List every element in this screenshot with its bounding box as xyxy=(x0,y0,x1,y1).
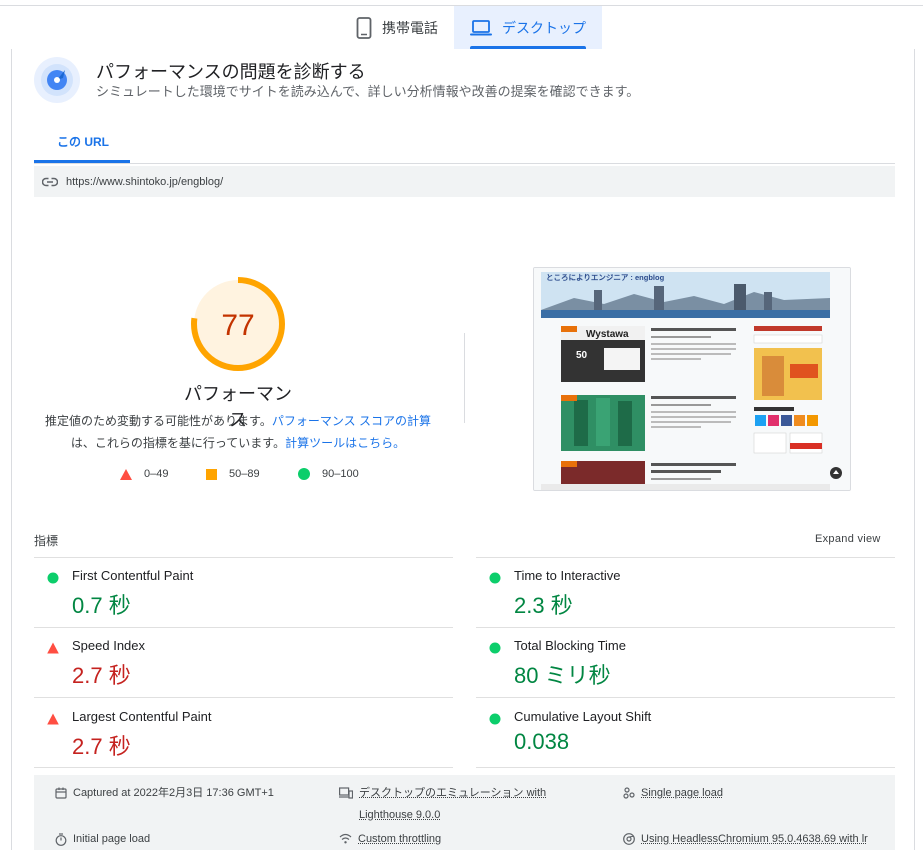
emulation-text: デスクトップのエミュレーション with Lighthouse 9.0.0 xyxy=(359,782,546,826)
metric-name: Speed Index xyxy=(72,638,146,653)
metric-value: 2.7 秒 xyxy=(72,663,131,688)
fail-triangle-icon xyxy=(47,641,59,659)
metric-name: Time to Interactive xyxy=(514,568,621,583)
pass-circle-icon xyxy=(489,712,501,730)
square-icon xyxy=(206,468,217,480)
metric-name: Largest Contentful Paint xyxy=(72,709,212,724)
final-screenshot: ところによりエンジニア : engblog Wystawa 50 xyxy=(533,267,851,491)
captured-at: Captured at 2022年2月3日 17:36 GMT+1 xyxy=(55,782,274,804)
browser-info-text: Using HeadlessChromium 95.0.4638.69 with… xyxy=(641,833,868,845)
devices-icon xyxy=(339,787,353,799)
legend-pass: 90–100 xyxy=(298,468,359,480)
metric-rule xyxy=(476,767,895,768)
custom-throttling[interactable]: Custom throttling xyxy=(339,828,441,850)
metrics-title: 指標 xyxy=(34,534,59,548)
panel-border-left xyxy=(11,49,12,850)
laptop-icon xyxy=(470,19,492,35)
emulation-line-2: Lighthouse 9.0.0 xyxy=(359,809,441,821)
expand-view-button[interactable]: Expand view xyxy=(815,533,881,545)
panel-border-right xyxy=(914,49,915,850)
emulation-line-1: デスクトップのエミュレーション with xyxy=(359,787,547,799)
nodes-icon xyxy=(623,787,635,799)
metric-value: 2.3 秒 xyxy=(514,593,573,618)
calendar-icon xyxy=(55,787,67,799)
metric-rule xyxy=(34,557,453,558)
metric-rule xyxy=(476,627,895,628)
metric-value: 2.7 秒 xyxy=(72,734,131,759)
tab-desktop-label: デスクトップ xyxy=(502,19,586,36)
pass-circle-icon xyxy=(489,641,501,659)
tab-mobile[interactable]: 携帯電話 xyxy=(340,6,454,49)
triangle-icon xyxy=(120,468,132,480)
single-page-load-text: Single page load xyxy=(641,787,723,799)
pass-circle-icon xyxy=(489,571,501,589)
metric-value: 80 ミリ秒 xyxy=(514,663,611,688)
gauge-score: 77 xyxy=(221,309,254,342)
legend-fail: 0–49 xyxy=(120,468,168,480)
phone-icon xyxy=(356,16,372,39)
tab-this-url[interactable]: この URL xyxy=(57,133,109,150)
initial-page-load: Initial page load xyxy=(55,828,150,850)
metric-rule xyxy=(476,557,895,558)
tab-rule xyxy=(34,163,895,164)
metric-rule xyxy=(476,697,895,698)
metric-name: First Contentful Paint xyxy=(72,568,194,583)
fail-triangle-icon xyxy=(47,712,59,730)
chrome-icon xyxy=(623,833,635,845)
custom-throttling-text: Custom throttling xyxy=(358,833,442,845)
timer-icon xyxy=(55,833,67,846)
single-page-load[interactable]: Single page load xyxy=(623,782,723,804)
legend-pass-range: 90–100 xyxy=(322,468,359,480)
metric-rule xyxy=(34,627,453,628)
legend-fail-range: 0–49 xyxy=(144,468,169,480)
tab-desktop[interactable]: デスクトップ xyxy=(454,6,602,49)
diagnose-subtitle: シミュレートした環境でサイトを読み込んで、詳しい分析情報や改善の提案を確認できま… xyxy=(96,84,640,99)
pass-circle-icon xyxy=(47,571,59,589)
calculator-link[interactable]: 計算ツールはこちら。 xyxy=(285,436,405,450)
initial-page-load-text: Initial page load xyxy=(73,833,151,845)
metric-rule xyxy=(34,697,453,698)
metric-name: Cumulative Layout Shift xyxy=(514,709,652,724)
metric-rule xyxy=(34,767,453,768)
device-tabs: 携帯電話 デスクトップ xyxy=(340,6,602,49)
emulation-info[interactable]: デスクトップのエミュレーション with Lighthouse 9.0.0 xyxy=(339,782,546,826)
tested-url: https://www.shintoko.jp/engblog/ xyxy=(66,175,224,188)
tab-mobile-label: 携帯電話 xyxy=(382,19,438,36)
score-desc-text-2: は、これらの指標を基に行っています。 xyxy=(70,436,286,450)
metric-value: 0.7 秒 xyxy=(72,593,131,618)
browser-info[interactable]: Using HeadlessChromium 95.0.4638.69 with… xyxy=(623,828,868,850)
metric-value: 0.038 xyxy=(514,729,570,754)
screenshot-card-number: 50 xyxy=(576,350,588,361)
link-icon xyxy=(42,177,58,186)
captured-at-text: Captured at 2022年2月3日 17:36 GMT+1 xyxy=(73,787,274,799)
vertical-divider xyxy=(464,333,465,423)
legend-average: 50–89 xyxy=(206,468,260,480)
legend-average-range: 50–89 xyxy=(229,468,260,480)
score-description: 推定値のため変動する可能性があります。パフォーマンス スコアの計算 は、これらの… xyxy=(40,410,436,454)
circle-icon xyxy=(298,468,310,480)
wifi-icon xyxy=(339,833,352,844)
lab-data-icon xyxy=(34,57,80,103)
score-calc-link[interactable]: パフォーマンス スコアの計算 xyxy=(272,414,431,428)
screenshot-card-label: Wystawa xyxy=(586,329,629,340)
performance-gauge: 77 xyxy=(191,277,285,371)
score-desc-text-1: 推定値のため変動する可能性があります。 xyxy=(45,414,272,428)
metric-name: Total Blocking Time xyxy=(514,638,626,653)
url-row: https://www.shintoko.jp/engblog/ xyxy=(34,166,895,197)
final-screenshot-image: ところによりエンジニア : engblog Wystawa 50 xyxy=(534,268,850,490)
screenshot-site-title: ところによりエンジニア : engblog xyxy=(546,273,665,282)
